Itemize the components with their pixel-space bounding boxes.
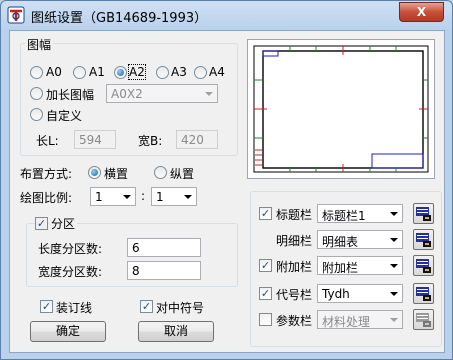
title-block-value: 标题栏1 xyxy=(322,209,366,223)
param-block-checkbox[interactable] xyxy=(259,313,272,326)
window-title: 图纸设置（GB14689-1993） xyxy=(31,11,208,26)
binding-line-checkbox[interactable]: ✓ xyxy=(40,300,53,313)
code-block-select[interactable]: Tydh xyxy=(317,284,403,303)
title-bar[interactable]: 图纸设置（GB14689-1993） X xyxy=(1,1,452,29)
detail-list-value: 明细表 xyxy=(322,235,359,249)
additional-block-value: 附加栏 xyxy=(322,261,359,275)
radio-vertical[interactable] xyxy=(154,166,167,179)
param-block-select[interactable]: 材料处理 xyxy=(317,310,403,329)
detail-list-select[interactable]: 明细表 xyxy=(317,230,403,249)
close-button[interactable]: X xyxy=(399,2,444,22)
additional-block-label: 附加栏 xyxy=(276,260,313,274)
scale-left-select[interactable]: 1 xyxy=(90,187,136,206)
radio-custom-label: 自定义 xyxy=(46,109,83,123)
param-block-label: 参数栏 xyxy=(276,314,313,328)
chevron-down-icon xyxy=(390,212,398,216)
radio-a3[interactable] xyxy=(156,66,169,79)
code-block-checkbox[interactable]: ✓ xyxy=(259,287,272,300)
radio-custom[interactable] xyxy=(30,108,43,121)
scale-separator: : xyxy=(141,189,146,203)
radio-horizontal-label: 横置 xyxy=(104,167,129,181)
additional-block-edit-button[interactable] xyxy=(413,255,434,276)
scale-left-value: 1 xyxy=(95,190,103,204)
layout-label: 布置方式: xyxy=(20,167,73,181)
zone-length-label: 长度分区数: xyxy=(38,242,103,256)
length-label: 长L: xyxy=(36,134,59,148)
chevron-down-icon xyxy=(390,318,398,322)
radio-a4-label: A4 xyxy=(209,65,225,79)
radio-extended-label: 加长图幅 xyxy=(46,88,95,102)
code-block-edit-button[interactable] xyxy=(413,283,434,304)
zone-length-input[interactable]: 6 xyxy=(127,238,201,257)
radio-vertical-label: 纵置 xyxy=(170,167,195,181)
app-logo-icon xyxy=(7,6,25,24)
additional-block-select[interactable]: 附加栏 xyxy=(317,256,403,275)
extended-size-value: A0X2 xyxy=(111,87,143,101)
chevron-down-icon xyxy=(123,195,131,199)
title-block-select[interactable]: 标题栏1 xyxy=(317,204,403,223)
scale-label: 绘图比例: xyxy=(20,191,73,205)
code-block-label: 代号栏 xyxy=(276,288,313,302)
paper-preview xyxy=(247,39,435,179)
edit-table-icon xyxy=(416,207,431,221)
chevron-down-icon xyxy=(390,292,398,296)
edit-table-icon xyxy=(416,259,431,273)
paper-size-group-title: 图幅 xyxy=(25,36,54,53)
detail-list-edit-button[interactable] xyxy=(413,229,434,250)
title-block-checkbox[interactable]: ✓ xyxy=(259,207,272,220)
radio-a0-label: A0 xyxy=(46,65,62,79)
radio-a2[interactable] xyxy=(114,66,127,79)
radio-a2-label: A2 xyxy=(128,64,146,80)
edit-table-icon xyxy=(416,233,431,247)
radio-a0[interactable] xyxy=(30,66,43,79)
binding-line-label: 装订线 xyxy=(56,301,93,315)
chevron-down-icon xyxy=(205,92,213,96)
title-block-edit-button[interactable] xyxy=(413,203,434,224)
scale-right-select[interactable]: 1 xyxy=(151,187,197,206)
radio-a4[interactable] xyxy=(194,66,207,79)
code-block-value: Tydh xyxy=(322,287,350,301)
edit-table-icon xyxy=(416,287,431,301)
additional-block-checkbox[interactable]: ✓ xyxy=(259,259,272,272)
scale-right-value: 1 xyxy=(156,190,164,204)
extended-size-select[interactable]: A0X2 xyxy=(106,84,218,103)
dialog-window: 图纸设置（GB14689-1993） X 图幅 A0 A1 A2 A3 A4 加… xyxy=(0,0,453,360)
chevron-down-icon xyxy=(390,238,398,242)
title-block-label: 标题栏 xyxy=(276,208,313,222)
radio-a1-label: A1 xyxy=(89,65,105,79)
radio-horizontal[interactable] xyxy=(88,166,101,179)
cancel-button[interactable]: 取消 xyxy=(138,321,214,342)
length-input[interactable]: 594 xyxy=(74,130,116,149)
detail-list-label: 明细栏 xyxy=(276,234,313,248)
ok-button[interactable]: 确定 xyxy=(30,321,106,342)
paper-preview-drawing xyxy=(253,45,429,173)
dialog-body: 图幅 A0 A1 A2 A3 A4 加长图幅 A0X2 自定义 长L: 594 … xyxy=(9,30,445,353)
zone-width-label: 宽度分区数: xyxy=(38,265,103,279)
center-mark-label: 对中符号 xyxy=(156,301,205,315)
zones-checkbox[interactable]: ✓ xyxy=(35,217,48,230)
zones-checkbox-label: 分区 xyxy=(49,215,78,232)
zone-width-input[interactable]: 8 xyxy=(127,261,201,280)
chevron-down-icon xyxy=(184,195,192,199)
chevron-down-icon xyxy=(390,264,398,268)
edit-table-icon xyxy=(416,313,431,327)
width-input[interactable]: 420 xyxy=(176,130,218,149)
param-block-value: 材料处理 xyxy=(322,315,371,329)
radio-a3-label: A3 xyxy=(171,65,187,79)
param-block-edit-button[interactable] xyxy=(413,309,434,330)
radio-a1[interactable] xyxy=(73,66,86,79)
radio-extended[interactable] xyxy=(30,87,43,100)
center-mark-checkbox[interactable]: ✓ xyxy=(140,300,153,313)
width-label: 宽B: xyxy=(138,134,163,148)
